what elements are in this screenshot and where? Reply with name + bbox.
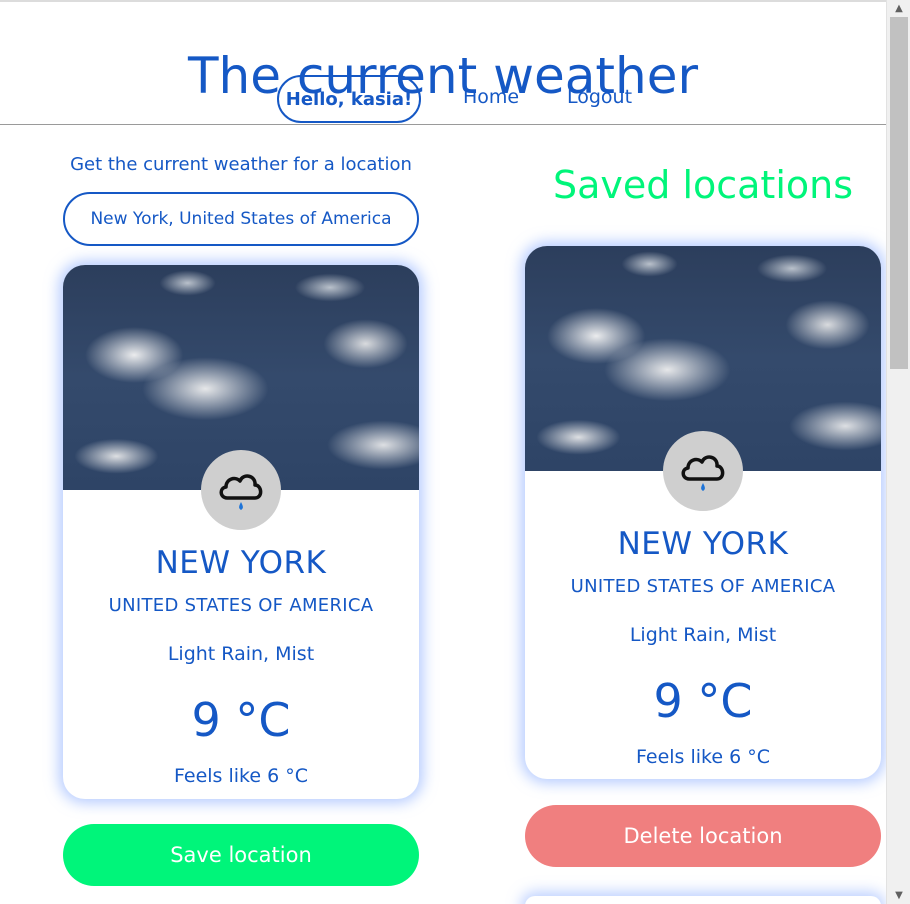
weather-description: Light Rain, Mist [629, 624, 777, 646]
next-saved-card [525, 896, 881, 904]
page: The current weather Hello, kasia! Home L… [0, 0, 886, 904]
saved-weather-card: NEW YORK UNITED STATES OF AMERICA Light … [525, 246, 881, 779]
save-location-button[interactable]: Save location [63, 824, 419, 886]
weather-icon-badge [201, 450, 281, 530]
search-label: Get the current weather for a location [70, 154, 412, 175]
country-name: UNITED STATES OF AMERICA [108, 595, 374, 616]
location-search-input[interactable] [63, 192, 419, 246]
weather-description: Light Rain, Mist [167, 643, 315, 665]
country-name: UNITED STATES OF AMERICA [570, 576, 836, 597]
current-weather-card: NEW YORK UNITED STATES OF AMERICA Light … [63, 265, 419, 799]
feels-like: Feels like 6 °C [636, 746, 770, 768]
temperature: 9 °C [191, 693, 291, 747]
delete-location-button[interactable]: Delete location [525, 805, 881, 867]
header-divider [0, 124, 886, 125]
nav-home-link[interactable]: Home [463, 86, 519, 108]
cloud-rain-icon [219, 474, 263, 510]
city-name: NEW YORK [617, 526, 789, 562]
top-border [0, 0, 886, 2]
nav-logout-link[interactable]: Logout [567, 86, 632, 108]
feels-like: Feels like 6 °C [174, 765, 308, 787]
vertical-scrollbar[interactable]: ▲ ▼ [886, 0, 910, 904]
cloud-rain-icon [681, 455, 725, 491]
city-name: NEW YORK [155, 545, 327, 581]
scroll-thumb[interactable] [890, 17, 908, 369]
saved-locations-title: Saved locations [552, 163, 854, 207]
weather-icon-badge [663, 431, 743, 511]
scroll-down-arrow-icon[interactable]: ▼ [887, 887, 910, 904]
navbar: Hello, kasia! Home Logout [0, 75, 886, 123]
greeting-badge[interactable]: Hello, kasia! [277, 75, 421, 123]
scroll-up-arrow-icon[interactable]: ▲ [887, 0, 910, 17]
temperature: 9 °C [653, 674, 753, 728]
